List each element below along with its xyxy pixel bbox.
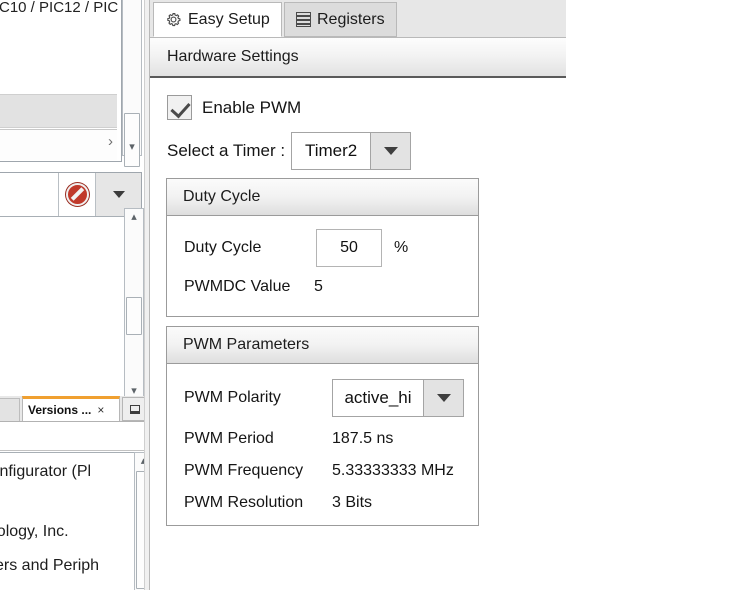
device-family-text: C10 / PIC12 / PIC	[0, 0, 118, 16]
pwm-configuration-panel: Easy Setup Registers Hardware Settings E…	[150, 0, 566, 590]
duty-cycle-group-title: Duty Cycle	[167, 179, 478, 216]
chevron-down-icon	[113, 191, 125, 198]
pwm-parameters-group-title: PWM Parameters	[167, 327, 478, 364]
pwm-polarity-row: PWM Polarity active_hi	[184, 379, 464, 417]
timer-combobox-value[interactable]: Timer2	[291, 132, 370, 170]
chevron-down-icon	[437, 394, 451, 402]
pwm-frequency-label: PWM Frequency	[184, 462, 332, 480]
tab-easy-setup-label: Easy Setup	[188, 11, 270, 29]
hardware-settings-label: Hardware Settings	[167, 48, 299, 66]
tab-registers-label: Registers	[317, 11, 385, 29]
pwm-polarity-label: PWM Polarity	[184, 389, 332, 407]
duty-cycle-row: Duty Cycle 50 %	[184, 229, 408, 267]
duty-cycle-label: Duty Cycle	[184, 239, 316, 257]
pwm-resolution-row: PWM Resolution 3 Bits	[184, 484, 372, 522]
close-icon[interactable]: ×	[97, 404, 104, 416]
pwm-resolution-value: 3 Bits	[332, 494, 372, 512]
scroll-down-arrow-icon[interactable]: ▾	[123, 139, 141, 155]
pwmdc-value-row: PWMDC Value 5	[184, 268, 323, 306]
chevron-down-icon	[384, 147, 398, 155]
dock-toolbar	[0, 422, 150, 451]
minimize-icon	[130, 405, 140, 414]
pwmdc-value: 5	[314, 278, 323, 296]
output-line: hnology, Inc.	[0, 523, 69, 541]
enable-pwm-label: Enable PWM	[202, 98, 301, 118]
duty-cycle-input[interactable]: 50	[316, 229, 382, 267]
tab-easy-setup[interactable]: Easy Setup	[153, 2, 282, 37]
timer-combobox-button[interactable]	[370, 132, 411, 170]
list-item[interactable]	[0, 94, 117, 128]
dock-tab-versions[interactable]: Versions ... ×	[22, 396, 120, 421]
versions-output-content: Configurator (Pl hnology, Inc. ollers an…	[0, 452, 150, 590]
scroll-up-arrow-icon[interactable]: ▴	[125, 209, 143, 225]
pwm-period-label: PWM Period	[184, 430, 332, 448]
select-timer-label: Select a Timer :	[167, 141, 285, 161]
status-icon-cell	[58, 173, 95, 216]
pwm-parameters-group: PWM Parameters PWM Polarity active_hi PW…	[166, 326, 479, 526]
hardware-settings-header: Hardware Settings	[150, 37, 566, 78]
enable-pwm-row[interactable]: Enable PWM	[167, 95, 301, 120]
pwm-parameters-group-body: PWM Polarity active_hi PWM Period 187.5 …	[167, 364, 478, 525]
select-timer-row: Select a Timer : Timer2	[167, 132, 411, 170]
panel-tabstrip: Easy Setup Registers	[150, 0, 566, 37]
pwmdc-value-label: PWMDC Value	[184, 278, 314, 296]
dock-tab-previous[interactable]	[0, 398, 20, 421]
panel-body: Enable PWM Select a Timer : Timer2 Duty …	[150, 80, 566, 590]
scrollbar-vertical-middle[interactable]: ▴ ▾	[124, 208, 144, 400]
pwm-polarity-combobox-button[interactable]	[423, 379, 464, 417]
enable-pwm-checkbox[interactable]	[167, 95, 192, 120]
versions-dock-window: Versions ... × Configurator (Pl hnology,…	[0, 396, 150, 590]
output-line: ollers and Periph	[0, 557, 99, 575]
pwm-frequency-value: 5.33333333 MHz	[332, 462, 454, 480]
left-background-region: C10 / PIC12 / PIC › ▾ ▴ ▾ Versions	[0, 0, 150, 590]
scrollbar-vertical-top[interactable]: ▾	[122, 0, 142, 156]
duty-cycle-group-body: Duty Cycle 50 % PWMDC Value 5	[167, 216, 478, 316]
duty-cycle-group: Duty Cycle Duty Cycle 50 % PWMDC Value 5	[166, 178, 479, 317]
dock-tab-label: Versions ...	[28, 403, 91, 417]
chevron-right-icon[interactable]: ›	[108, 134, 113, 149]
duty-cycle-unit: %	[394, 239, 408, 257]
pane-footer-row: ›	[0, 129, 117, 160]
pwm-polarity-combobox[interactable]: active_hi	[332, 379, 464, 417]
scrollbar-thumb[interactable]	[126, 297, 142, 335]
pwm-polarity-value[interactable]: active_hi	[332, 379, 423, 417]
lines-icon	[296, 12, 311, 27]
peripheral-field-row[interactable]	[0, 173, 141, 217]
tab-registers[interactable]: Registers	[284, 2, 397, 37]
gear-icon	[165, 11, 182, 28]
deny-icon	[66, 183, 89, 206]
dock-tabstrip: Versions ... ×	[0, 396, 150, 422]
output-line: Configurator (Pl	[0, 463, 91, 481]
timer-combobox[interactable]: Timer2	[291, 132, 411, 170]
pwm-resolution-label: PWM Resolution	[184, 494, 332, 512]
peripheral-field-pane	[0, 172, 142, 402]
pwm-period-value: 187.5 ns	[332, 430, 393, 448]
device-selection-pane: C10 / PIC12 / PIC ›	[0, 0, 122, 162]
